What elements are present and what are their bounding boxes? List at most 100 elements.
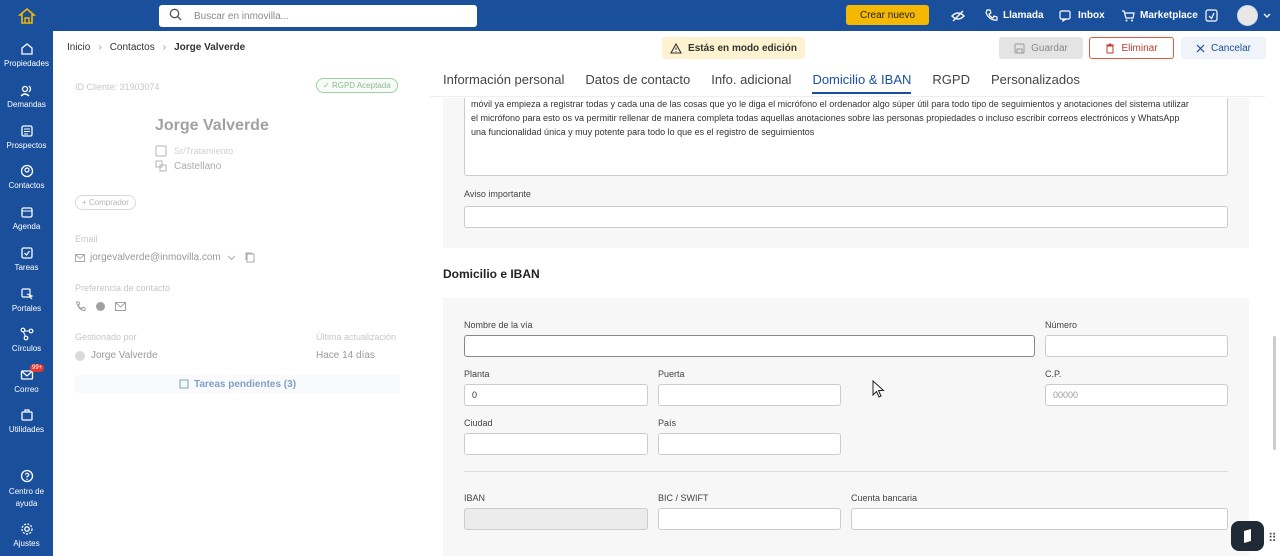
door-input[interactable] — [658, 384, 841, 406]
client-id: ID Cliente: 31903074 — [75, 82, 160, 92]
sidebar-item-tareas[interactable]: Tareas — [0, 246, 53, 272]
notes-line-2: el micrófono para esto os va permitir re… — [471, 113, 1180, 123]
chevron-right-icon: › — [98, 42, 102, 53]
save-icon — [1014, 43, 1025, 53]
sidebar-item-centro-de-ayuda[interactable]: Centro de ayuda — [0, 469, 53, 510]
breadcrumb-contactos[interactable]: Contactos — [110, 42, 155, 53]
zip-input[interactable]: 00000 — [1045, 384, 1228, 406]
buyer-tag[interactable]: + Comprador — [75, 195, 136, 210]
sidebar-item-label: Demandas — [7, 100, 46, 109]
chevron-down-icon[interactable] — [1263, 0, 1276, 31]
search-icon — [169, 8, 182, 24]
bic-input[interactable] — [658, 508, 841, 530]
rgpd-badge: ✓ RGPD Aceptada — [316, 78, 398, 93]
important-notice-label: Aviso importante — [464, 189, 531, 199]
sidebar-item-circulos[interactable]: Círculos — [0, 327, 53, 353]
chevron-down-icon[interactable] — [227, 255, 236, 261]
iban-input[interactable] — [464, 508, 648, 530]
email-value[interactable]: jorgevalverde@inmovilla.com — [90, 252, 221, 263]
call-button[interactable]: Llamada — [985, 0, 1044, 31]
copy-icon[interactable] — [245, 252, 255, 263]
app-logo[interactable] — [0, 0, 53, 31]
account-input[interactable] — [851, 508, 1228, 530]
sidebar-item-label: Portales — [11, 304, 42, 313]
global-search[interactable]: Buscar en inmovilla... — [159, 5, 477, 27]
hide-eye-icon[interactable] — [951, 0, 970, 31]
number-input[interactable] — [1045, 335, 1228, 357]
sidebar-item-label: Propiedades — [4, 59, 49, 68]
number-label: Número — [1045, 320, 1078, 330]
sidebar-item-ajustes[interactable]: Ajustes — [0, 522, 53, 548]
floor-input[interactable]: 0 — [464, 384, 648, 406]
close-icon — [1196, 44, 1205, 52]
language-row: Castellano — [155, 160, 221, 172]
create-new-button[interactable]: Crear nuevo — [846, 5, 929, 25]
section-divider — [464, 471, 1228, 472]
section-title-domicilio-iban: Domicilio e IBAN — [443, 267, 540, 281]
country-input[interactable] — [658, 433, 841, 455]
email-row: jorgevalverde@inmovilla.com — [75, 252, 255, 263]
tab-informacion-personal[interactable]: Información personal — [443, 72, 564, 94]
search-input[interactable]: Buscar en inmovilla... — [194, 11, 289, 22]
tabs-divider — [430, 96, 1265, 97]
user-avatar[interactable] — [1237, 5, 1258, 26]
translate-icon — [155, 160, 167, 172]
breadcrumb-inicio[interactable]: Inicio — [67, 42, 90, 53]
sidebar-item-portales[interactable]: Portales — [0, 287, 53, 313]
country-label: País — [658, 418, 677, 428]
marketplace-button[interactable]: Marketplace — [1121, 0, 1198, 31]
refresh-icon[interactable] — [1205, 0, 1223, 31]
sidebar-item-contactos[interactable]: Contactos — [0, 164, 53, 190]
whatsapp-icon[interactable] — [95, 301, 106, 312]
cancel-label: Cancelar — [1210, 42, 1252, 54]
mail-icon[interactable] — [115, 302, 126, 311]
mouse-cursor-icon — [872, 379, 885, 402]
tab-personalizados[interactable]: Personalizados — [991, 72, 1080, 94]
signal-icon — [20, 85, 31, 97]
contact-summary-panel: ID Cliente: 31903074 ✓ RGPD Aceptada Jor… — [53, 70, 423, 556]
call-label: Llamada — [1003, 10, 1044, 21]
mail-count-badge: 99+ — [30, 364, 45, 372]
sidebar-item-utilidades[interactable]: Utilidades — [0, 408, 53, 434]
delete-button[interactable]: Eliminar — [1089, 37, 1174, 59]
email-label: Email — [75, 234, 98, 244]
sidebar-item-demandas[interactable]: Demandas — [0, 83, 53, 109]
task-icon — [179, 379, 189, 389]
tab-domicilio-iban[interactable]: Domicilio & IBAN — [812, 72, 912, 94]
cancel-button[interactable]: Cancelar — [1181, 37, 1266, 59]
tab-info-adicional[interactable]: Info. adicional — [711, 72, 791, 94]
tab-rgpd[interactable]: RGPD — [932, 72, 970, 94]
list-icon — [20, 125, 33, 137]
city-input[interactable] — [464, 433, 648, 455]
inbox-label: Inbox — [1078, 10, 1105, 21]
sidebar-item-prospectos[interactable]: Prospectos — [0, 124, 53, 150]
greeting-row: Sr/Tratamiento — [155, 145, 233, 157]
contact-icon — [20, 164, 33, 178]
sidebar-item-agenda[interactable]: Agenda — [0, 205, 53, 231]
cart-icon — [1122, 10, 1135, 22]
calendar-icon — [20, 207, 33, 218]
contact-preference-icons — [75, 301, 126, 312]
save-button[interactable]: Guardar — [999, 37, 1083, 59]
language-value: Castellano — [174, 160, 222, 172]
sidebar-item-label: Contactos — [8, 181, 45, 190]
managed-by-row: Jorge Valverde — [75, 350, 158, 361]
important-notice-input[interactable] — [464, 206, 1228, 228]
breadcrumb-current: Jorge Valverde — [174, 42, 246, 53]
notes-textarea[interactable]: móvil ya empieza a registrar todas y cad… — [464, 98, 1228, 176]
scrollbar-thumb[interactable] — [1273, 336, 1276, 450]
street-input[interactable] — [464, 335, 1035, 357]
drag-handle-icon[interactable]: ⠿ — [1268, 531, 1277, 545]
managed-by-label: Gestionado por — [75, 332, 137, 342]
inbox-button[interactable]: Inbox — [1059, 0, 1105, 31]
pending-tasks-button[interactable]: Tareas pendientes (3) — [75, 375, 400, 393]
sidebar-item-correo[interactable]: 99+ Correo — [0, 364, 53, 394]
support-widget-button[interactable] — [1231, 521, 1264, 551]
sidebar-item-propiedades[interactable]: Propiedades — [0, 42, 53, 68]
sidebar-item-label: Prospectos — [6, 141, 47, 150]
greeting-value: Sr/Tratamiento — [174, 146, 234, 156]
sidebar-item-label: Correo — [14, 385, 39, 394]
phone-icon[interactable] — [75, 301, 86, 312]
tab-datos-de-contacto[interactable]: Datos de contacto — [585, 72, 690, 94]
widget-logo-icon — [1244, 529, 1251, 543]
